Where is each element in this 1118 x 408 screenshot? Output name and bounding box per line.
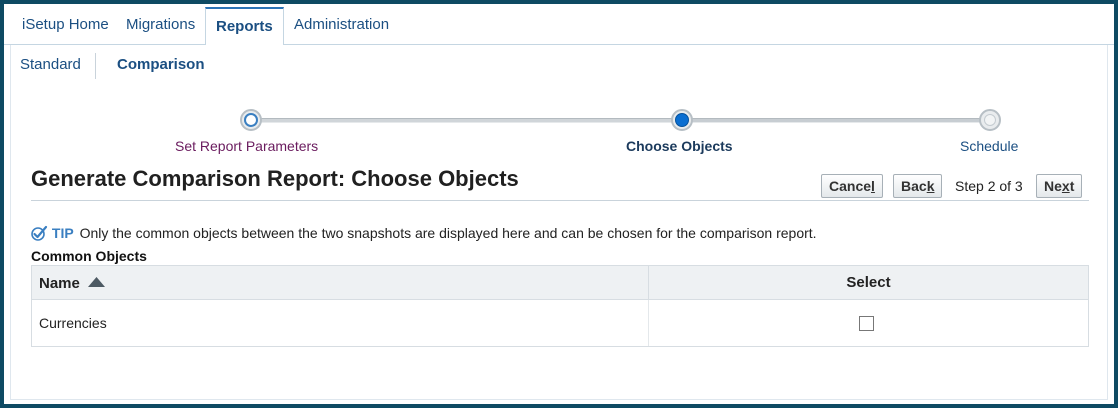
- train-label-choose-objects: Choose Objects: [626, 138, 733, 154]
- sub-tab-bar: Standard Comparison: [10, 45, 1108, 89]
- tip-message: TIP Only the common objects between the …: [31, 225, 817, 241]
- checkmark-tip-icon: [31, 225, 48, 241]
- common-objects-title: Common Objects: [31, 248, 147, 264]
- back-button-label: Bac: [901, 178, 927, 194]
- train-line-remaining: [687, 118, 993, 123]
- train-line-completed: [254, 118, 684, 123]
- step-indicator: Step 2 of 3: [955, 178, 1023, 194]
- column-header-name-label: Name: [39, 275, 80, 292]
- page-title: Generate Comparison Report: Choose Objec…: [31, 166, 519, 191]
- train-stop-visited-icon: [244, 113, 258, 127]
- column-header-select: Select: [649, 266, 1088, 300]
- next-button-label-tail: t: [1069, 178, 1075, 194]
- subtab-divider: [95, 53, 96, 79]
- next-access-key: x: [1061, 178, 1070, 194]
- window-frame: iSetup Home Migrations Reports Administr…: [0, 0, 1118, 408]
- subtab-comparison[interactable]: Comparison: [117, 56, 205, 73]
- tab-administration[interactable]: Administration: [284, 4, 399, 45]
- table-row-select-cell: [649, 300, 1088, 346]
- cancel-access-key: l: [871, 178, 875, 194]
- select-currencies-checkbox[interactable]: [859, 316, 874, 331]
- cancel-button-label: Cance: [829, 178, 872, 194]
- train-stop-current-icon: [675, 113, 689, 127]
- common-objects-table: Name Select Currencies: [31, 265, 1089, 347]
- train-stop-schedule: [979, 109, 1001, 131]
- sort-ascending-icon[interactable]: [88, 266, 106, 299]
- cancel-button[interactable]: Cancel: [821, 174, 883, 198]
- content-panel: [10, 89, 1108, 400]
- back-button[interactable]: Back: [893, 174, 943, 198]
- title-divider: [31, 200, 1089, 201]
- train-stop-set-report-parameters[interactable]: [240, 109, 262, 131]
- train-label-set-report-parameters[interactable]: Set Report Parameters: [175, 138, 318, 154]
- tip-text: Only the common objects between the two …: [79, 225, 817, 241]
- train-stop-future-icon: [984, 114, 996, 126]
- column-header-name[interactable]: Name: [32, 266, 649, 300]
- tip-label: TIP: [51, 225, 74, 241]
- train-stop-choose-objects: [671, 109, 693, 131]
- back-access-key: k: [926, 178, 935, 194]
- subtab-standard[interactable]: Standard: [20, 56, 81, 73]
- table-row-name-cell: Currencies: [32, 300, 649, 346]
- next-button-label: Ne: [1044, 178, 1062, 194]
- tab-reports[interactable]: Reports: [205, 7, 284, 46]
- tab-isetup-home[interactable]: iSetup Home: [12, 4, 119, 45]
- next-button[interactable]: Next: [1036, 174, 1083, 198]
- tab-migrations[interactable]: Migrations: [116, 4, 205, 45]
- page: iSetup Home Migrations Reports Administr…: [4, 4, 1114, 404]
- global-tab-bar: iSetup Home Migrations Reports Administr…: [4, 4, 1114, 46]
- train-label-schedule: Schedule: [960, 138, 1019, 154]
